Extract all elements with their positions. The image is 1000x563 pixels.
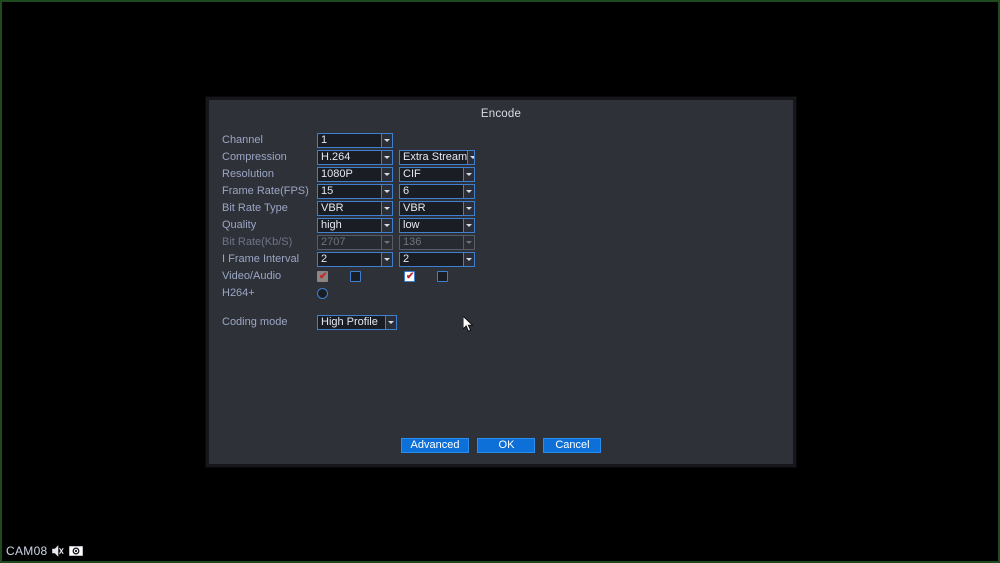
resolution-main-select[interactable]: 1080P	[317, 167, 393, 182]
form-row-frame-rate: Frame Rate(FPS) 15 6	[222, 183, 481, 200]
chevron-down-icon[interactable]	[463, 168, 474, 181]
resolution-sub-value: CIF	[403, 168, 421, 180]
chevron-down-icon[interactable]	[463, 219, 474, 232]
speaker-mute-icon	[51, 545, 64, 557]
label-h264plus: H264+	[222, 287, 255, 299]
frame-rate-sub-value: 6	[403, 185, 410, 197]
dialog-title: Encode	[480, 108, 522, 120]
form-row-i-frame-interval: I Frame Interval 2 2	[222, 251, 481, 268]
osd-overlay: CAM08	[6, 544, 83, 558]
chevron-down-icon[interactable]	[381, 219, 392, 232]
stream-type-value: Extra Stream	[403, 151, 468, 163]
video-audio-checkboxes: ✔ ✔	[317, 271, 448, 282]
bit-rate-main-value: 2707	[321, 236, 346, 248]
label-bit-rate-type: Bit Rate Type	[222, 202, 288, 214]
camera-label: CAM08	[6, 544, 48, 558]
i-frame-interval-main-value: 2	[321, 253, 328, 265]
label-frame-rate: Frame Rate(FPS)	[222, 185, 309, 197]
label-channel: Channel	[222, 134, 263, 146]
chevron-down-icon[interactable]	[381, 134, 392, 147]
channel-select[interactable]: 1	[317, 133, 393, 148]
bit-rate-main-select: 2707	[317, 235, 393, 250]
bit-rate-type-main-select[interactable]: VBR	[317, 201, 393, 216]
sub-audio-checkbox[interactable]	[437, 271, 448, 282]
frame-rate-main-select[interactable]: 15	[317, 184, 393, 199]
bit-rate-type-sub-value: VBR	[403, 202, 426, 214]
coding-mode-value: High Profile	[321, 316, 378, 328]
form-spacer	[222, 302, 481, 314]
main-audio-checkbox[interactable]	[350, 271, 361, 282]
frame-rate-sub-select[interactable]: 6	[399, 184, 475, 199]
h264plus-checkbox-wrap	[317, 288, 328, 299]
form-row-video-audio: Video/Audio ✔ ✔	[222, 268, 481, 285]
chevron-down-icon	[463, 236, 474, 249]
cancel-button[interactable]: Cancel	[543, 438, 602, 453]
chevron-down-icon[interactable]	[385, 316, 396, 329]
quality-main-value: high	[321, 219, 342, 231]
form-row-bit-rate-type: Bit Rate Type VBR VBR	[222, 200, 481, 217]
encode-dialog: Encode Channel 1 Compression H.264 Extra…	[206, 97, 796, 467]
resolution-main-value: 1080P	[321, 168, 353, 180]
bit-rate-sub-select: 136	[399, 235, 475, 250]
compression-main-value: H.264	[321, 151, 351, 163]
record-camera-icon	[68, 546, 83, 556]
main-video-checkbox: ✔	[317, 271, 328, 282]
form-row-quality: Quality high low	[222, 217, 481, 234]
resolution-sub-select[interactable]: CIF	[399, 167, 475, 182]
check-icon: ✔	[319, 271, 328, 282]
form-row-channel: Channel 1	[222, 132, 481, 149]
bit-rate-sub-value: 136	[403, 236, 422, 248]
label-resolution: Resolution	[222, 168, 274, 180]
chevron-down-icon[interactable]	[381, 168, 392, 181]
bit-rate-type-main-value: VBR	[321, 202, 344, 214]
coding-mode-select[interactable]: High Profile	[317, 315, 397, 330]
quality-sub-value: low	[403, 219, 420, 231]
sub-video-checkbox[interactable]: ✔	[404, 271, 415, 282]
chevron-down-icon[interactable]	[381, 202, 392, 215]
chevron-down-icon[interactable]	[463, 185, 474, 198]
bit-rate-type-sub-select[interactable]: VBR	[399, 201, 475, 216]
form-row-resolution: Resolution 1080P CIF	[222, 166, 481, 183]
chevron-down-icon[interactable]	[463, 253, 474, 266]
form-row-coding-mode: Coding mode High Profile	[222, 314, 481, 331]
form-row-compression: Compression H.264 Extra Stream	[222, 149, 481, 166]
chevron-down-icon	[381, 236, 392, 249]
frame-rate-main-value: 15	[321, 185, 334, 197]
label-video-audio: Video/Audio	[222, 270, 282, 282]
form-row-h264plus: H264+	[222, 285, 481, 302]
channel-select-value: 1	[321, 134, 328, 146]
chevron-down-icon[interactable]	[463, 202, 474, 215]
h264plus-checkbox[interactable]	[317, 288, 328, 299]
label-i-frame-interval: I Frame Interval	[222, 253, 300, 265]
label-quality: Quality	[222, 219, 257, 231]
ok-button[interactable]: OK	[477, 438, 536, 453]
encode-form: Channel 1 Compression H.264 Extra Stream	[222, 132, 481, 331]
quality-sub-select[interactable]: low	[399, 218, 475, 233]
stream-type-select[interactable]: Extra Stream	[399, 150, 475, 165]
label-bit-rate: Bit Rate(Kb/S)	[222, 236, 293, 248]
chevron-down-icon[interactable]	[467, 151, 474, 164]
i-frame-interval-sub-select[interactable]: 2	[399, 252, 475, 267]
compression-main-select[interactable]: H.264	[317, 150, 393, 165]
chevron-down-icon[interactable]	[381, 185, 392, 198]
chevron-down-icon[interactable]	[381, 151, 392, 164]
form-row-bit-rate: Bit Rate(Kb/S) 2707 136	[222, 234, 481, 251]
chevron-down-icon[interactable]	[381, 253, 392, 266]
check-icon: ✔	[406, 271, 415, 282]
quality-main-select[interactable]: high	[317, 218, 393, 233]
i-frame-interval-sub-value: 2	[403, 253, 410, 265]
dialog-button-bar: Advanced OK Cancel	[209, 438, 793, 453]
advanced-button[interactable]: Advanced	[400, 438, 470, 453]
i-frame-interval-main-select[interactable]: 2	[317, 252, 393, 267]
label-compression: Compression	[222, 151, 287, 163]
dvr-screen: Encode Channel 1 Compression H.264 Extra…	[0, 0, 1000, 563]
label-coding-mode: Coding mode	[222, 316, 288, 328]
